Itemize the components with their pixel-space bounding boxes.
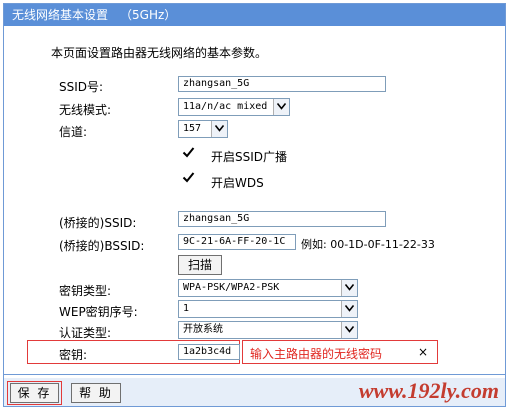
ssid-input[interactable]: zhangsan_5G bbox=[178, 76, 386, 92]
wds-label: 开启WDS bbox=[211, 176, 264, 190]
auth-type-value: 开放系统 bbox=[183, 324, 223, 335]
chevron-down-icon bbox=[273, 99, 289, 115]
save-button[interactable]: 保 存 bbox=[10, 383, 59, 403]
bridged-ssid-input[interactable]: zhangsan_5G bbox=[178, 211, 386, 227]
ssid-broadcast-checkbox[interactable] bbox=[182, 146, 195, 159]
bridged-ssid-label: (桥接的)SSID: bbox=[59, 216, 137, 230]
bridged-bssid-input[interactable]: 9C-21-6A-FF-20-1C bbox=[178, 234, 296, 250]
page-title: 无线网络基本设置 bbox=[12, 8, 109, 22]
chevron-down-icon bbox=[341, 301, 357, 317]
close-icon[interactable]: × bbox=[418, 345, 428, 359]
title-bar: 无线网络基本设置 （5GHz） bbox=[4, 4, 505, 26]
wireless-mode-value: 11a/n/ac mixed bbox=[183, 101, 268, 112]
auth-type-select[interactable]: 开放系统 bbox=[178, 321, 358, 339]
channel-select[interactable]: 157 bbox=[178, 120, 228, 138]
wireless-mode-select[interactable]: 11a/n/ac mixed bbox=[178, 98, 290, 116]
settings-panel: 无线网络基本设置 （5GHz） 本页面设置路由器无线网络的基本参数。 SSID号:… bbox=[3, 3, 506, 407]
checkmark-icon bbox=[182, 147, 195, 158]
help-button[interactable]: 帮 助 bbox=[71, 383, 121, 403]
scan-button[interactable]: 扫描 bbox=[178, 255, 222, 275]
chevron-down-icon bbox=[211, 121, 227, 137]
channel-label: 信道: bbox=[59, 125, 88, 139]
key-type-label: 密钥类型: bbox=[59, 284, 112, 298]
wireless-mode-label: 无线模式: bbox=[59, 103, 112, 117]
wep-key-index-value: 1 bbox=[183, 303, 190, 314]
wep-key-index-label: WEP密钥序号: bbox=[59, 305, 138, 319]
wds-checkbox[interactable] bbox=[182, 171, 195, 184]
key-label: 密钥: bbox=[59, 348, 88, 362]
key-type-select[interactable]: WPA-PSK/WPA2-PSK bbox=[178, 279, 358, 297]
chevron-down-icon bbox=[341, 280, 357, 296]
channel-value: 157 bbox=[183, 123, 202, 134]
ssid-broadcast-label: 开启SSID广播 bbox=[211, 150, 288, 164]
key-input[interactable]: 1a2b3c4d bbox=[178, 344, 240, 360]
bssid-example: 例如: 00-1D-0F-11-22-33 bbox=[301, 238, 435, 251]
auth-type-label: 认证类型: bbox=[59, 326, 112, 340]
site-watermark: www.192ly.com bbox=[358, 378, 499, 403]
key-hint-text: 输入主路由器的无线密码 bbox=[250, 347, 383, 361]
bridged-bssid-label: (桥接的)BSSID: bbox=[59, 239, 145, 253]
wep-key-index-select[interactable]: 1 bbox=[178, 300, 358, 318]
footer-divider bbox=[4, 374, 505, 375]
ssid-label: SSID号: bbox=[59, 80, 104, 94]
band-subtitle: （5GHz） bbox=[120, 8, 177, 22]
checkmark-icon bbox=[182, 172, 195, 183]
key-type-value: WPA-PSK/WPA2-PSK bbox=[183, 282, 280, 293]
page-description: 本页面设置路由器无线网络的基本参数。 bbox=[51, 46, 268, 60]
chevron-down-icon bbox=[341, 322, 357, 338]
